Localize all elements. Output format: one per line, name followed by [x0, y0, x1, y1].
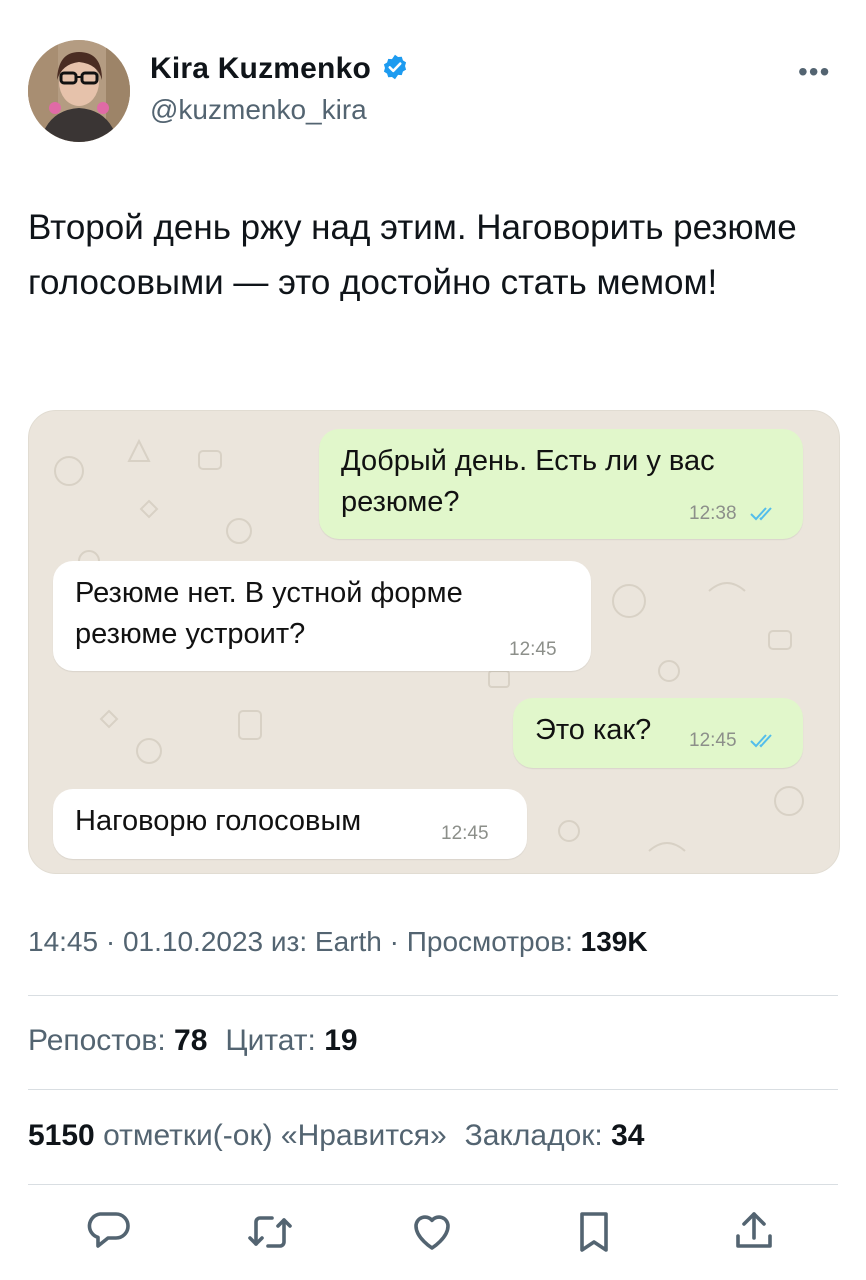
chat-message-line: Добрый день. Есть ли у вас — [341, 445, 715, 477]
like-icon[interactable] — [408, 1208, 456, 1256]
likes-stat[interactable]: 5150 отметки(-ок) «Нравится» — [28, 1119, 447, 1152]
quotes-stat[interactable]: Цитат: 19 — [225, 1024, 357, 1057]
chat-message-line: Резюме нет. В устной форме — [75, 577, 463, 609]
reposts-count: 78 — [174, 1024, 208, 1057]
views-label: Просмотров: — [406, 926, 581, 957]
likes-label: отметки(-ок) «Нравится» — [94, 1119, 447, 1152]
read-ticks-icon — [750, 734, 772, 748]
chat-message-outgoing: Это как? 12:45 — [513, 698, 803, 768]
tweet-text: Второй день ржу над этим. Наговорить рез… — [28, 208, 797, 302]
tweet-metadata: 14:45 · 01.10.2023 из: Earth · Просмотро… — [28, 926, 648, 958]
chat-message-time: 12:38 — [689, 503, 737, 524]
reply-icon[interactable] — [84, 1208, 132, 1256]
divider — [28, 1089, 838, 1090]
chat-message-incoming: Наговорю голосовым 12:45 — [53, 789, 527, 859]
quotes-label: Цитат: — [225, 1024, 325, 1057]
more-options-button[interactable]: ••• — [798, 56, 830, 88]
likes-count: 5150 — [28, 1119, 95, 1152]
chat-message-outgoing: Добрый день. Есть ли у вас резюме? 12:38 — [319, 429, 803, 539]
author-name[interactable]: Kira Kuzmenko — [150, 52, 371, 86]
bookmark-icon[interactable] — [570, 1208, 618, 1256]
chat-message-line: резюме устроит? — [75, 618, 306, 650]
repost-quote-stats: Репостов: 78 Цитат: 19 — [28, 1024, 358, 1058]
verified-badge-icon — [381, 53, 409, 86]
chat-message-time: 12:45 — [509, 639, 557, 660]
bookmarks-stat[interactable]: Закладок: 34 — [465, 1119, 645, 1152]
author-name-row[interactable]: Kira Kuzmenko — [150, 52, 409, 86]
tweet-media-image[interactable]: Добрый день. Есть ли у вас резюме? 12:38… — [28, 410, 840, 874]
tweet-source: из: Earth — [263, 926, 382, 957]
chat-message-line: резюме? — [341, 486, 460, 518]
views-count: 139K — [580, 926, 648, 957]
chat-message-incoming: Резюме нет. В устной форме резюме устрои… — [53, 561, 591, 671]
author-handle[interactable]: @kuzmenko_kira — [150, 94, 367, 126]
divider — [28, 995, 838, 996]
chat-message-time: 12:45 — [441, 823, 489, 844]
bookmarks-count: 34 — [611, 1119, 645, 1152]
divider — [28, 1184, 838, 1185]
chat-message-time: 12:45 — [689, 730, 737, 751]
chat-message-line: Наговорю голосовым — [75, 805, 362, 837]
meta-separator: · — [98, 926, 123, 957]
reposts-label: Репостов: — [28, 1024, 175, 1057]
tweet-action-bar — [0, 1208, 866, 1264]
share-icon[interactable] — [730, 1208, 778, 1256]
like-bookmark-stats: 5150 отметки(-ок) «Нравится» Закладок: 34 — [28, 1119, 644, 1153]
read-ticks-icon — [750, 507, 772, 521]
avatar[interactable] — [28, 40, 130, 142]
bookmarks-label: Закладок: — [464, 1119, 612, 1152]
chat-message-line: Это как? — [535, 714, 652, 746]
meta-separator: · — [381, 926, 407, 957]
reposts-stat[interactable]: Репостов: 78 — [28, 1024, 207, 1057]
tweet-time[interactable]: 14:45 — [28, 926, 98, 957]
retweet-icon[interactable] — [246, 1208, 294, 1256]
quotes-count: 19 — [324, 1024, 358, 1057]
tweet-date[interactable]: 01.10.2023 — [123, 926, 263, 957]
